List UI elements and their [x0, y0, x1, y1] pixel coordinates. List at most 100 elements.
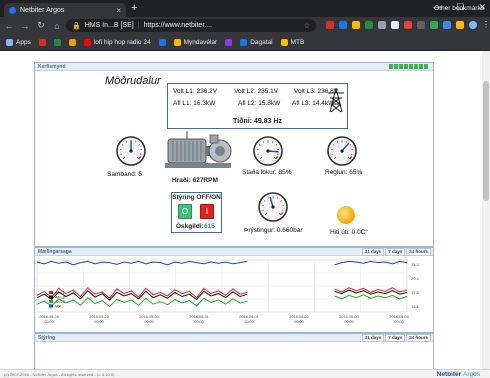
- bookmark-icon-2: [53, 38, 61, 46]
- chart-legend-label: Afl L3: [55, 300, 65, 304]
- bookmark-item[interactable]: [158, 38, 166, 46]
- bookmark-icon-3: [68, 38, 76, 46]
- bookmark-label: Dagatal: [250, 38, 273, 46]
- bookmark-label: Myndavélar: [183, 38, 218, 46]
- chart-panel-title: Mælingarsaga: [38, 249, 72, 255]
- bookmark-item[interactable]: MTB: [280, 38, 305, 46]
- power-tower-icon: [328, 87, 344, 113]
- home-icon[interactable]: ⌂: [52, 21, 62, 31]
- menu-kebab-icon[interactable]: ⋮: [482, 21, 490, 29]
- extension-icon-7[interactable]: [404, 21, 412, 29]
- footer-brand: Netbiter Argos: [437, 371, 480, 378]
- extension-icon-4[interactable]: [365, 21, 373, 29]
- chart-legend-swatch: [49, 295, 53, 299]
- other-bookmarks[interactable]: Other bookmarks: [434, 5, 484, 12]
- bookmark-star-icon[interactable]: ☆: [304, 22, 310, 30]
- bookmark-item[interactable]: lofi hip hop radio 24: [83, 38, 151, 46]
- chart-legend-swatch: [49, 291, 53, 294]
- reload-icon[interactable]: ↻: [36, 20, 46, 31]
- bookmark-item[interactable]: [53, 38, 61, 46]
- tab-title: Netbiter Argos: [20, 6, 65, 14]
- sun-weather-icon: [337, 206, 355, 224]
- overview-panel-header: Kerfismynd: [35, 63, 433, 71]
- tab-favicon-icon: [9, 6, 16, 14]
- address-site: HMS In...B [SE]: [84, 22, 134, 29]
- turn-off-button[interactable]: I: [200, 204, 214, 219]
- footer-brand-argos: Argos: [463, 371, 480, 378]
- chart-y-tick-label: 20.3: [411, 276, 420, 281]
- extension-icon-8[interactable]: [417, 21, 425, 29]
- bookmark-item[interactable]: [68, 38, 76, 46]
- extension-icon-3[interactable]: [352, 21, 360, 29]
- page-viewport: Kerfismynd Möðrudalur Volt L1: 236.2V Vo…: [0, 51, 490, 378]
- chart-legend-swatch: [49, 300, 53, 303]
- history-chart-panel: Mælingarsaga 31 days 7 days 24 hours 21.…: [34, 247, 434, 333]
- browser-toolbar: ← → ↻ ⌂ 🔒 HMS In...B [SE] | https://www.…: [0, 17, 490, 34]
- tab-strip: Netbiter Argos × + — ☐ ✕: [0, 0, 490, 17]
- extension-icon-1[interactable]: [326, 21, 334, 29]
- gauge-reglun-label: Reglun: 65%: [325, 169, 363, 176]
- browser-tab[interactable]: Netbiter Argos ×: [4, 3, 126, 17]
- electrical-info-box: Volt L1: 236.2V Volt L2: 235.1V Volt L3:…: [167, 83, 348, 129]
- extension-icon-10[interactable]: [443, 21, 451, 29]
- extension-icon-2[interactable]: [339, 21, 347, 29]
- new-tab-button[interactable]: +: [131, 2, 137, 14]
- setpoint-label: Óskgildi:: [176, 223, 204, 230]
- chart-range-controls: 31 days 7 days 24 hours: [361, 248, 431, 256]
- chart-x-tick-label: 2018-06-02: [289, 315, 308, 319]
- setpoint-value[interactable]: 615: [204, 223, 215, 230]
- address-bar[interactable]: 🔒 HMS In...B [SE] | https://www.netbiter…: [66, 19, 316, 32]
- chart-legend-label: Afl L2: [55, 296, 65, 300]
- chart-x-tick-label: 2018-06-01: [239, 315, 258, 319]
- history-line-chart[interactable]: 21.320.317.313.12018-05-2800:002018-05-2…: [35, 258, 433, 332]
- overview-panel: Kerfismynd Möðrudalur Volt L1: 236.2V Vo…: [34, 62, 434, 247]
- gauge-hub: [129, 149, 133, 153]
- forward-icon[interactable]: →: [20, 21, 30, 31]
- gauge-samband-label: Samband: 5: [107, 171, 143, 178]
- control-range-24-hours-button[interactable]: 24 hours: [406, 334, 431, 342]
- chart-legend-label: Afl L1: [55, 291, 65, 295]
- control-range-7-days-button[interactable]: 7 days: [385, 334, 406, 342]
- address-url: https://www.netbiter....: [143, 22, 213, 29]
- chart-y-tick-label: 21.3: [411, 262, 420, 267]
- bookmark-item[interactable]: [225, 38, 233, 46]
- control-range-31-days-button[interactable]: 31 days: [361, 334, 385, 342]
- range-24-hours-button[interactable]: 24 hours: [406, 248, 431, 256]
- extension-icon-11[interactable]: [456, 21, 464, 29]
- turn-on-button[interactable]: O: [178, 204, 192, 219]
- range-7-days-button[interactable]: 7 days: [385, 248, 406, 256]
- gauge-reglun: [327, 136, 357, 166]
- control-box: Stýring OFF/ON O I Óskgildi: 615: [171, 192, 222, 233]
- chart-x-tick-label: 2018-05-28: [39, 315, 58, 319]
- folder-icon: [280, 38, 288, 46]
- volt-l2: Volt L2: 235.1V: [234, 88, 279, 95]
- chart-x-tick-label: 00:00: [344, 320, 354, 324]
- chart-x-tick-label: 2018-05-29: [89, 315, 108, 319]
- control-panel: Stýring 31 days 7 days 24 hours: [34, 333, 434, 373]
- tab-close-icon[interactable]: ×: [116, 6, 121, 15]
- footer-copyright: (c) 2007-2018 - Netbiter Argos - All rig…: [4, 372, 115, 377]
- bookmark-item[interactable]: Myndavélar: [173, 38, 218, 46]
- extension-icon-6[interactable]: [391, 21, 399, 29]
- back-icon[interactable]: ←: [4, 21, 14, 31]
- bookmark-label: Apps: [16, 38, 31, 46]
- page-scrollbar[interactable]: [482, 51, 490, 378]
- extension-icon-9[interactable]: [430, 21, 438, 29]
- control-panel-header: Stýring 31 days 7 days 24 hours: [35, 334, 433, 342]
- scrollbar-thumb[interactable]: [483, 81, 489, 201]
- chart-x-tick-label: 00:00: [144, 320, 154, 324]
- profile-avatar[interactable]: [469, 21, 477, 29]
- range-31-days-button[interactable]: 31 days: [361, 248, 385, 256]
- bookmark-item[interactable]: Dagatal: [240, 38, 273, 46]
- chart-x-tick-label: 00:00: [294, 320, 304, 324]
- bookmark-item[interactable]: [38, 38, 46, 46]
- bookmark-label: MTB: [290, 38, 305, 46]
- page-footer: (c) 2007-2018 - Netbiter Argos - All rig…: [0, 369, 490, 378]
- extension-icon-5[interactable]: [378, 21, 386, 29]
- afl-l1: Afl L1: 16.3kW: [173, 100, 216, 107]
- bookmarks-bar: Apps lofi hip hop radio 24 Myndavélar Dagat…: [0, 34, 490, 51]
- extension-icons: ⋮: [326, 21, 490, 29]
- site-title: Möðrudalur: [105, 75, 161, 87]
- bookmark-item[interactable]: Apps: [6, 38, 31, 46]
- chart-y-tick-label: 17.3: [411, 290, 420, 295]
